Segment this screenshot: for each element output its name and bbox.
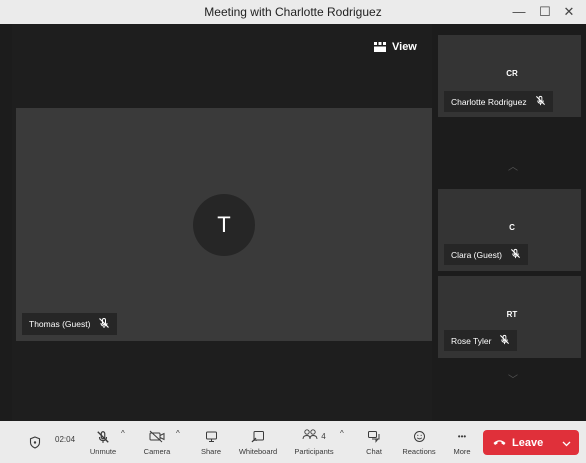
chat-label: Chat — [366, 446, 382, 456]
participant-name-tag: Rose Tyler — [444, 330, 518, 351]
share-label: Share — [200, 446, 221, 456]
mic-off-icon — [96, 429, 110, 445]
view-label: View — [392, 41, 417, 53]
unmute-label: Unmute — [89, 446, 117, 456]
unmute-button[interactable]: Unmute — [86, 421, 120, 463]
share-button[interactable]: Share — [196, 421, 226, 463]
participants-icon — [302, 428, 318, 446]
hang-up-icon — [493, 437, 506, 449]
mic-off-icon — [98, 317, 110, 331]
participant-name: Charlotte Rodriguez — [451, 96, 527, 107]
participants-label: Participants — [294, 446, 334, 456]
title-bar: Meeting with Charlotte Rodriguez — ☐ ✕ — [0, 0, 586, 24]
chat-icon — [367, 429, 381, 445]
window-title: Meeting with Charlotte Rodriguez — [204, 5, 382, 19]
mic-off-icon — [499, 334, 510, 347]
participants-icon-row: 4 — [302, 428, 326, 446]
participant-name-tag: Clara (Guest) — [444, 244, 529, 265]
participant-name-tag: Charlotte Rodriguez — [444, 91, 553, 112]
participants-sidebar: CR Charlotte Rodriguez ︿ C Clara (Guest)… — [432, 24, 586, 421]
leave-label: Leave — [512, 436, 544, 449]
share-screen-icon — [205, 429, 218, 445]
whiteboard-label: Whiteboard — [238, 446, 278, 456]
minimize-button[interactable]: — — [510, 3, 528, 21]
security-button[interactable] — [26, 421, 44, 463]
participant-name: Thomas (Guest) — [29, 319, 91, 329]
scroll-down-icon[interactable]: ﹀ — [508, 371, 518, 386]
participants-button[interactable]: 4 Participants — [290, 421, 338, 463]
main-video-tile[interactable]: T Thomas (Guest) — [16, 108, 432, 341]
participants-count: 4 — [321, 432, 326, 441]
avatar: C — [509, 223, 515, 232]
avatar: CR — [506, 69, 518, 78]
whiteboard-icon — [251, 429, 265, 445]
meeting-window: Meeting with Charlotte Rodriguez — ☐ ✕ V… — [0, 0, 586, 463]
reactions-button[interactable]: Reactions — [398, 421, 440, 463]
meeting-toolbar: 02:04 Unmute ^ Camera ^ Share Whiteboard… — [0, 421, 586, 463]
whiteboard-button[interactable]: Whiteboard — [236, 421, 280, 463]
participants-options-caret[interactable]: ^ — [340, 429, 344, 438]
shield-icon — [29, 434, 41, 450]
participant-tile[interactable]: C Clara (Guest) — [438, 189, 581, 271]
leave-main[interactable]: Leave — [483, 437, 553, 449]
view-button[interactable]: View — [374, 38, 417, 56]
chat-button[interactable]: Chat — [360, 421, 388, 463]
video-options-caret[interactable]: ^ — [176, 429, 180, 438]
more-icon: ••• — [457, 432, 467, 441]
maximize-button[interactable]: ☐ — [536, 3, 554, 21]
participant-name: Clara (Guest) — [451, 249, 503, 260]
camera-button[interactable]: Camera — [140, 421, 174, 463]
camera-label: Camera — [143, 446, 171, 456]
participant-tile[interactable]: CR Charlotte Rodriguez — [438, 35, 581, 117]
leave-options-dropdown[interactable] — [553, 434, 579, 452]
more-button[interactable]: ••• More — [448, 421, 476, 463]
participant-name: Rose Tyler — [451, 335, 492, 346]
leave-button[interactable]: Leave — [483, 430, 579, 455]
mic-off-icon — [535, 95, 546, 108]
more-label: More — [453, 446, 471, 456]
meeting-timer: 02:04 — [55, 435, 76, 444]
grid-view-icon — [374, 42, 386, 52]
participant-name-tag: Thomas (Guest) — [22, 313, 118, 335]
audio-options-caret[interactable]: ^ — [121, 429, 125, 438]
mic-off-icon — [510, 248, 521, 261]
chevron-down-icon — [562, 434, 571, 452]
avatar: T — [193, 194, 255, 256]
smiley-icon — [413, 429, 426, 445]
reactions-label: Reactions — [402, 446, 436, 456]
camera-off-icon — [149, 429, 165, 445]
main-stage: View T Thomas (Guest) — [12, 24, 432, 421]
participant-tile[interactable]: RT Rose Tyler — [438, 276, 581, 358]
scroll-up-icon[interactable]: ︿ — [508, 158, 518, 173]
avatar: RT — [506, 310, 518, 319]
close-button[interactable]: ✕ — [560, 3, 578, 21]
